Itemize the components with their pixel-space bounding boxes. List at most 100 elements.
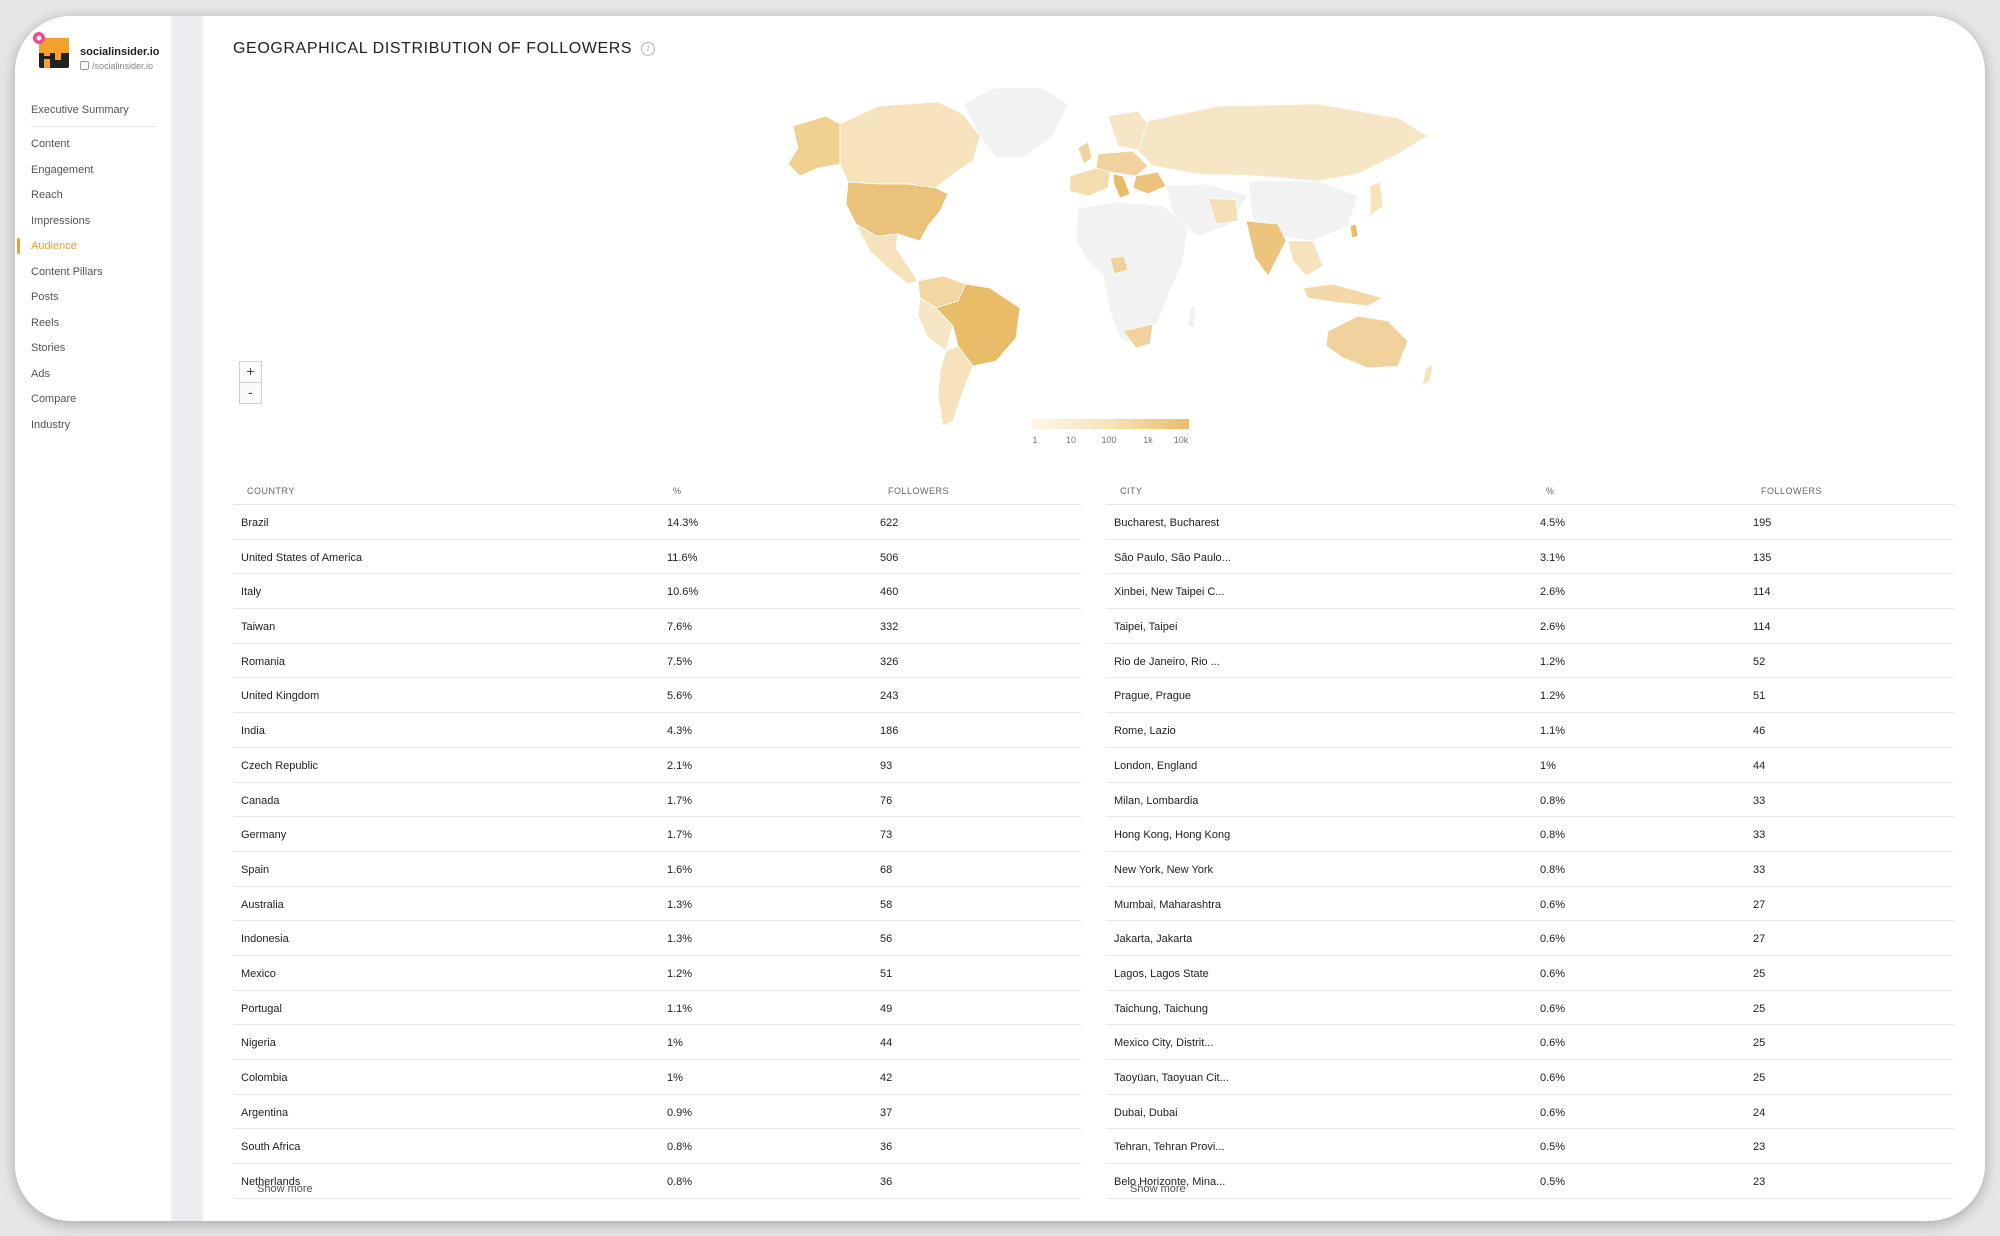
sidebar-item-audience[interactable]: Audience [31,240,77,252]
app-window: socialinsider.io /socialinsider.io Execu… [15,16,1985,1221]
table-row[interactable]: Taiwan 7.6% 332 [233,609,1081,644]
table-row[interactable]: Taichung, Taichung 0.6% 25 [1106,991,1954,1026]
country-show-more-link[interactable]: Show more [257,1183,313,1195]
table-row[interactable]: Indonesia 1.3% 56 [233,921,1081,956]
table-row[interactable]: Germany 1.7% 73 [233,817,1081,852]
city-table: CITY % FOLLOWERS Bucharest, Bucharest 4.5… [1106,476,1954,1199]
sidebar-item-impressions[interactable]: Impressions [31,215,90,227]
table-row[interactable]: United Kingdom 5.6% 243 [233,678,1081,714]
table-row[interactable]: Bucharest, Bucharest 4.5% 195 [1106,505,1954,540]
zoom-out-button[interactable]: - [239,383,262,404]
table-row[interactable]: Argentina 0.9% 37 [233,1095,1081,1130]
table-row[interactable]: Rio de Janeiro, Rio ... 1.2% 52 [1106,644,1954,679]
sidebar-item-executive-summary[interactable]: Executive Summary [31,104,129,116]
cell-percent: 1% [667,1037,683,1050]
sidebar-item-content[interactable]: Content [31,138,70,150]
table-row[interactable]: Prague, Prague 1.2% 51 [1106,678,1954,714]
table-row[interactable]: Australia 1.3% 58 [233,887,1081,922]
column-header-city: CITY [1120,486,1143,496]
cell-percent: 10.6% [667,586,699,599]
cell-percent: 0.6% [1540,1106,1566,1119]
table-row[interactable]: Nigeria 1% 44 [233,1025,1081,1060]
cell-followers: 332 [880,621,899,634]
cell-name: Brazil [241,517,269,529]
table-row[interactable]: Lagos, Lagos State 0.6% 25 [1106,956,1954,991]
zoom-in-button[interactable]: + [239,361,262,383]
table-row[interactable]: Hong Kong, Hong Kong 0.8% 33 [1106,817,1954,852]
table-row[interactable]: South Africa 0.8% 36 [233,1129,1081,1165]
cell-followers: 51 [880,967,893,980]
cell-percent: 0.9% [667,1106,693,1119]
cell-name: Mexico [241,967,276,980]
map-region-uk [1077,141,1093,165]
table-row[interactable]: Taipei, Taipei 2.6% 114 [1106,609,1954,644]
page-title: GEOGRAPHICAL DISTRIBUTION OF FOLLOWERS [233,40,633,57]
map-region-greenland [962,87,1069,159]
table-row[interactable]: Spain 1.6% 68 [233,852,1081,887]
cell-percent: 0.8% [1540,829,1566,842]
cell-followers: 44 [880,1037,893,1050]
cell-name: Taichung, Taichung [1114,1002,1208,1015]
legend-label: 100 [1101,435,1117,445]
legend-labels: 1 10 100 1k 10k [1031,435,1189,449]
sidebar-item-content-pillars[interactable]: Content Pillars [31,266,103,278]
map-region-new-zealand [1421,363,1434,387]
table-row[interactable]: Mexico 1.2% 51 [233,956,1081,991]
table-row[interactable]: India 4.3% 186 [233,713,1081,748]
table-row[interactable]: Jakarta, Jakarta 0.6% 27 [1106,921,1954,956]
map-region-italy [1112,173,1131,199]
table-row[interactable]: Dubai, Dubai 0.6% 24 [1106,1095,1954,1130]
info-icon[interactable]: i [641,42,656,56]
sidebar-item-engagement[interactable]: Engagement [31,164,93,176]
table-row[interactable]: Mexico City, Distrit... 0.6% 25 [1106,1025,1954,1060]
table-row[interactable]: Mumbai, Maharashtra 0.6% 27 [1106,887,1954,922]
table-row[interactable]: São Paulo, São Paulo... 3.1% 135 [1106,540,1954,575]
cell-followers: 24 [1753,1106,1766,1119]
country-table-header: COUNTRY % FOLLOWERS [233,476,1081,505]
cell-name: Czech Republic [241,759,319,772]
cell-percent: 1% [1540,759,1556,772]
sidebar-item-reels[interactable]: Reels [31,317,59,329]
cell-percent: 5.6% [667,690,693,703]
sidebar-item-stories[interactable]: Stories [31,342,65,354]
table-row[interactable]: Italy 10.6% 460 [233,574,1081,610]
table-row[interactable]: New York, New York 0.8% 33 [1106,852,1954,887]
table-row[interactable]: Colombia 1% 42 [233,1060,1081,1095]
table-row[interactable]: Rome, Lazio 1.1% 46 [1106,713,1954,748]
cell-followers: 25 [1753,1002,1766,1015]
table-row[interactable]: United States of America 11.6% 506 [233,540,1081,575]
cell-name: Mexico City, Distrit... [1114,1037,1214,1050]
column-header-followers: FOLLOWERS [1761,486,1823,496]
cell-percent: 14.3% [667,517,699,529]
table-row[interactable]: London, England 1% 44 [1106,748,1954,783]
table-row[interactable]: Milan, Lombardia 0.8% 33 [1106,783,1954,818]
city-show-more-link[interactable]: Show more [1130,1183,1186,1195]
table-row[interactable]: Netherlands 0.8% 36 [233,1164,1081,1199]
cell-name: Mumbai, Maharashtra [1114,898,1221,911]
main-content: GEOGRAPHICAL DISTRIBUTION OF FOLLOWERS i [203,16,1985,1221]
table-row[interactable]: Xinbei, New Taipei C... 2.6% 114 [1106,574,1954,610]
cell-followers: 243 [880,690,899,703]
sidebar-item-ads[interactable]: Ads [31,368,50,380]
cell-percent: 1.6% [667,863,693,876]
sidebar-item-posts[interactable]: Posts [31,291,59,303]
legend-color-scale [1031,419,1189,429]
cell-name: Taipei, Taipei [1114,621,1178,634]
sidebar-item-industry[interactable]: Industry [31,419,70,431]
table-row[interactable]: Tehran, Tehran Provi... 0.5% 23 [1106,1129,1954,1165]
table-row[interactable]: Taoyüan, Taoyuan Cit... 0.6% 25 [1106,1060,1954,1095]
table-row[interactable]: Brazil 14.3% 622 [233,505,1081,540]
cell-name: Nigeria [241,1037,276,1050]
world-map[interactable] [758,76,1448,431]
table-row[interactable]: Romania 7.5% 326 [233,644,1081,679]
table-row[interactable]: Belo Horizonte, Mina... 0.5% 23 [1106,1164,1954,1199]
map-region-southeast-asia [1287,240,1324,277]
table-row[interactable]: Portugal 1.1% 49 [233,991,1081,1026]
table-row[interactable]: Czech Republic 2.1% 93 [233,748,1081,783]
cell-percent: 2.6% [1540,586,1566,599]
sidebar-item-compare[interactable]: Compare [31,393,76,405]
cell-followers: 23 [1753,1141,1766,1154]
sidebar-item-reach[interactable]: Reach [31,189,63,201]
cell-followers: 326 [880,655,899,668]
table-row[interactable]: Canada 1.7% 76 [233,783,1081,818]
